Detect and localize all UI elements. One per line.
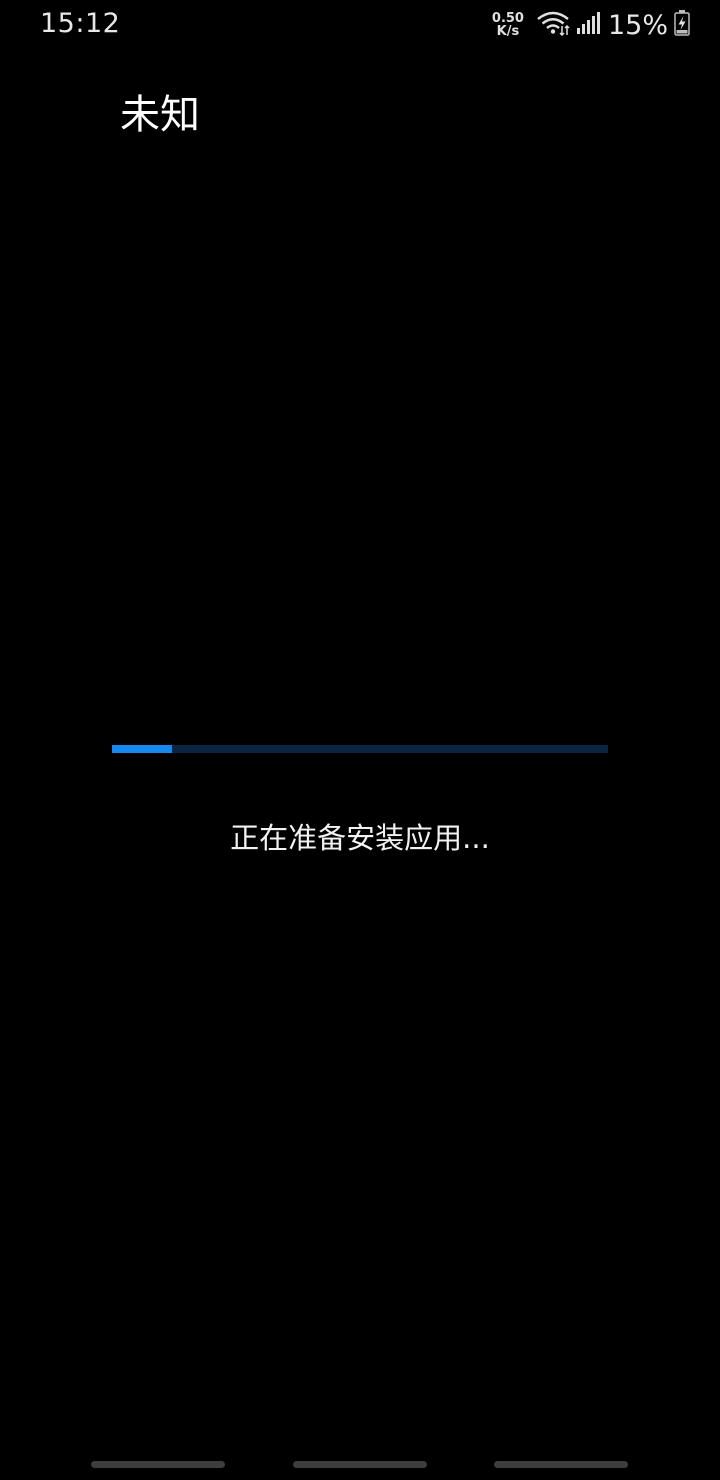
status-time: 15:12 [40,8,121,39]
install-progress-fill [112,745,172,753]
home-gesture-handle[interactable] [293,1461,427,1468]
signal-icon [576,11,600,39]
back-gesture-handle[interactable] [91,1461,225,1468]
status-bar: 15:12 0.50 K/s 15% [0,0,720,50]
network-speed-unit: K/s [496,24,520,39]
status-icons: 0.50 K/s 15% [492,8,690,42]
network-speed: 0.50 K/s [492,12,524,38]
recents-gesture-handle[interactable] [494,1461,628,1468]
gesture-nav-bar [0,1440,720,1480]
install-progress-bar [112,745,608,753]
app-title: 未知 [120,92,200,138]
install-status-message: 正在准备安装应用... [230,821,490,855]
wifi-icon [536,10,570,40]
battery-charging-icon [674,10,690,40]
battery-percent: 15% [607,9,668,41]
